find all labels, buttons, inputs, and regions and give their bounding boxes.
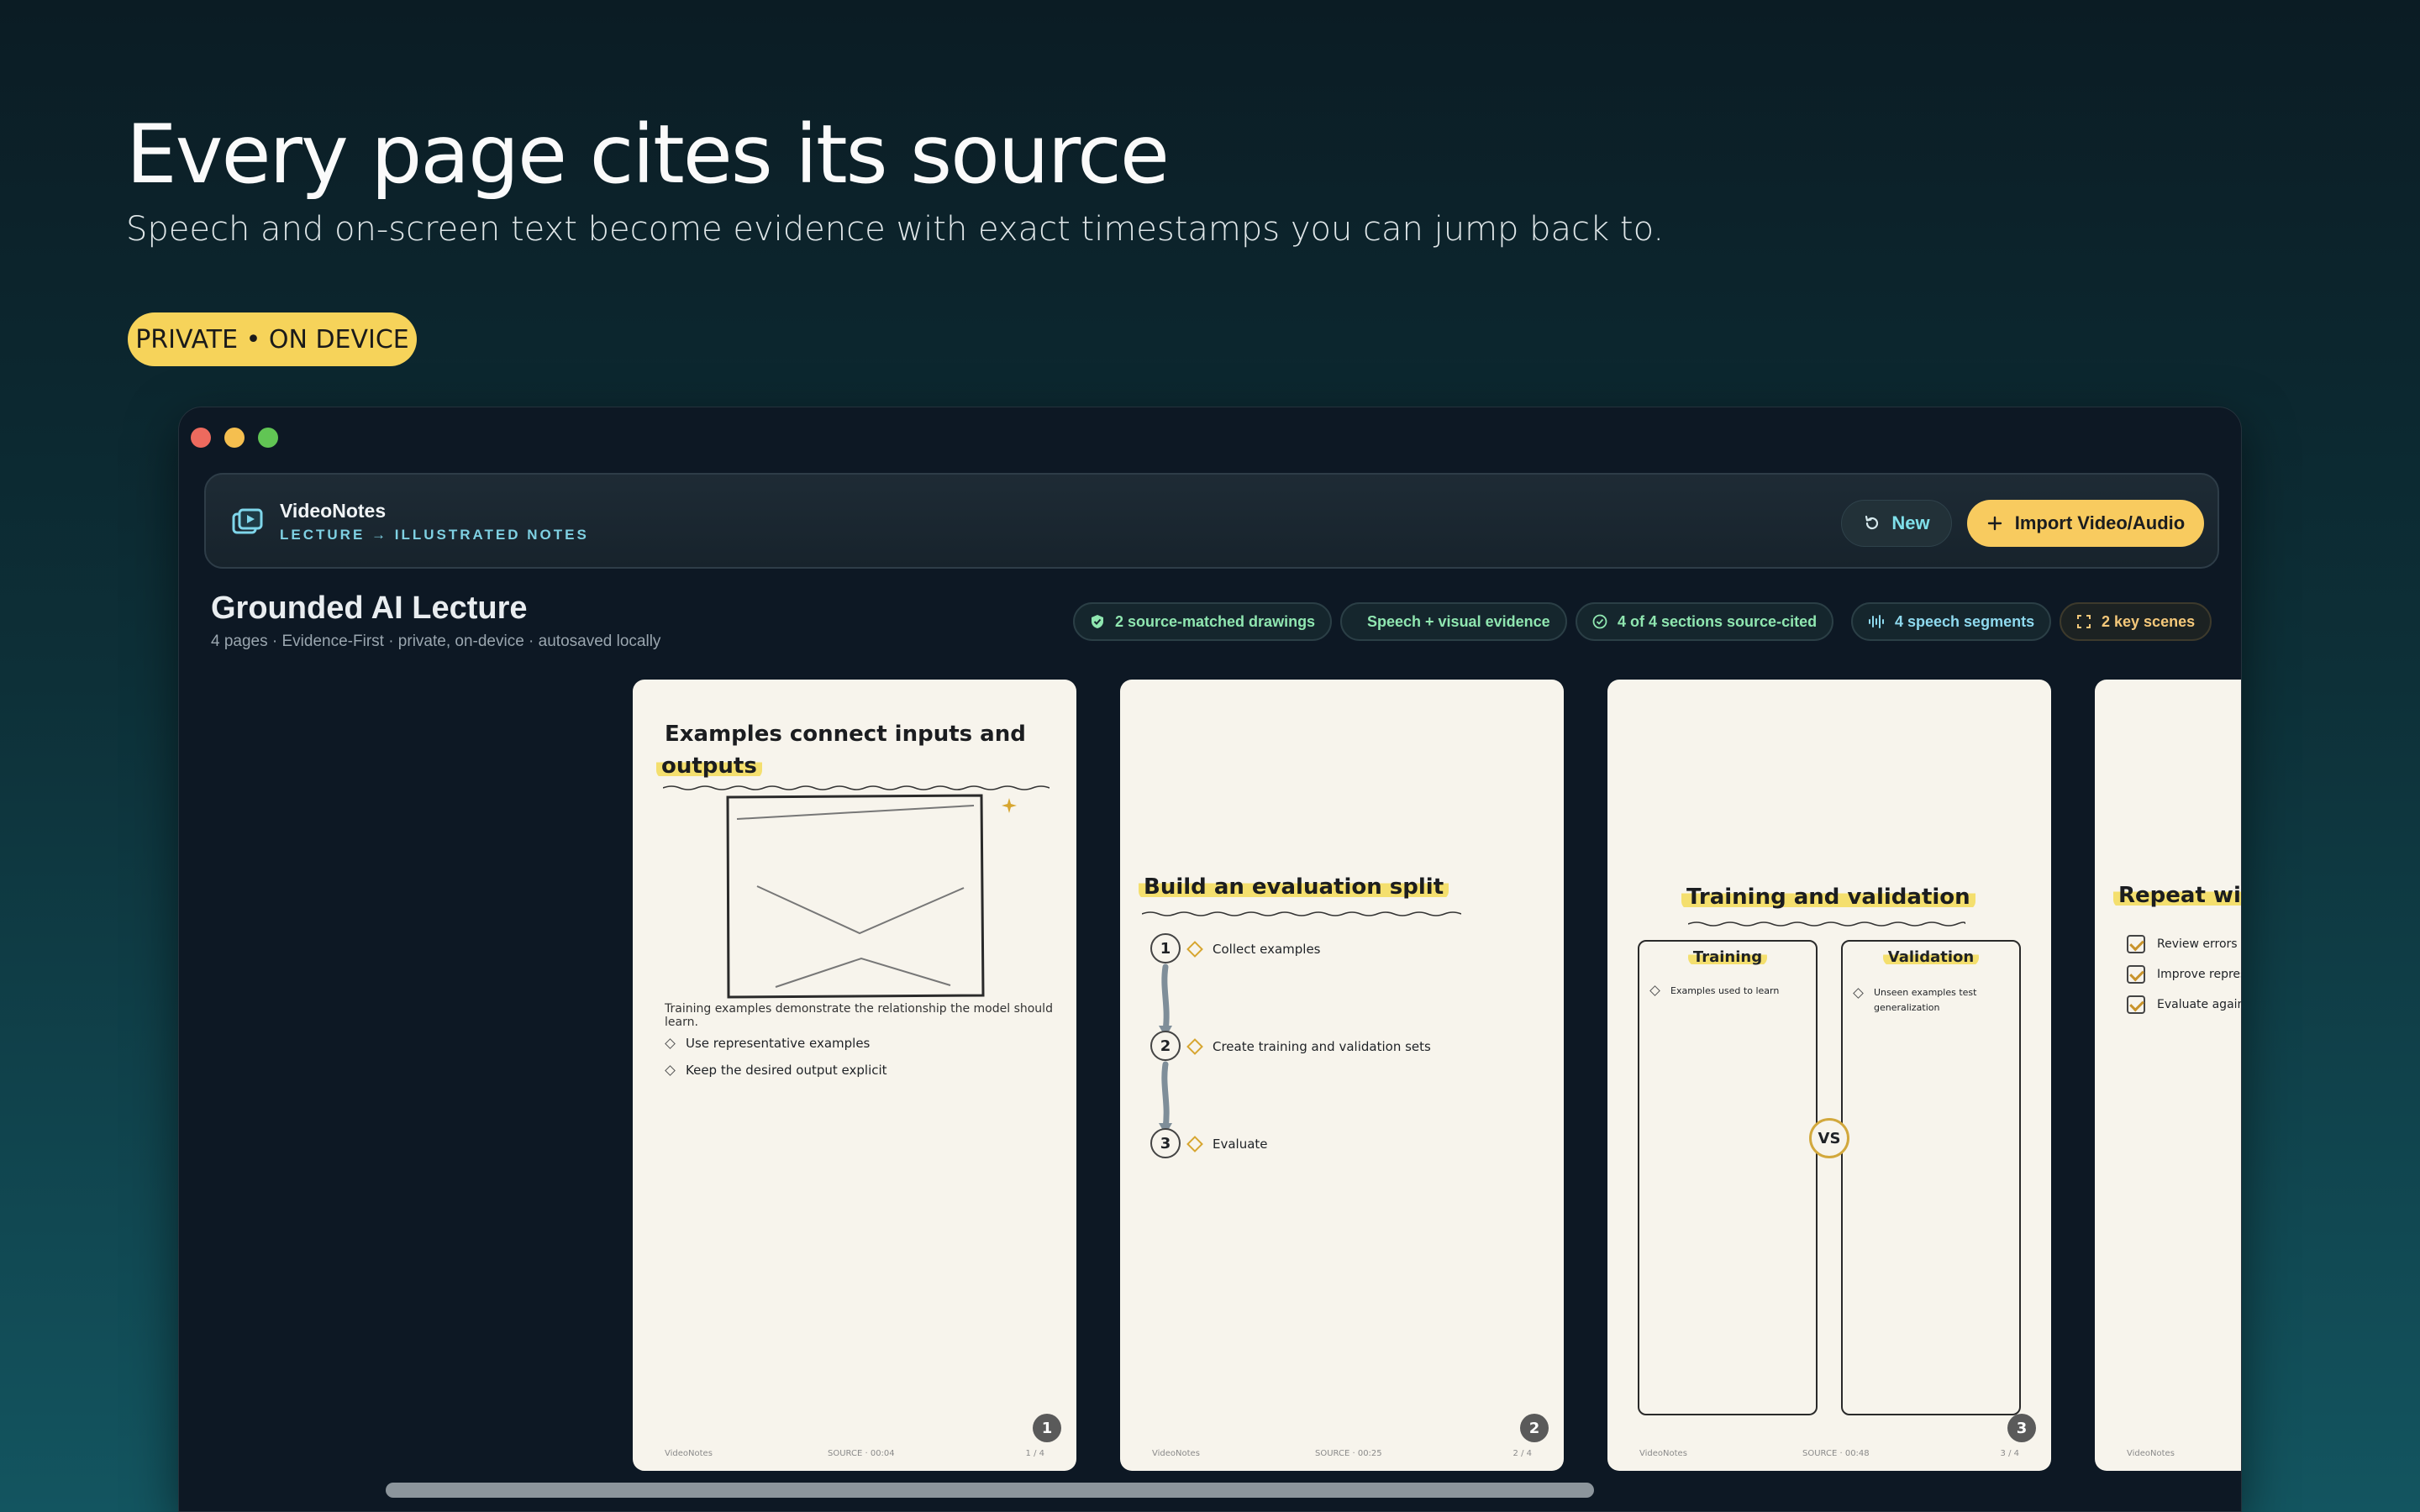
step-3-circle: 3 <box>1150 1128 1181 1158</box>
flow-arrows <box>1159 963 1172 1135</box>
wavy-underline <box>1688 921 1965 927</box>
waveform-icon <box>1869 615 1884 628</box>
source-timestamp-link[interactable]: SOURCE · 00:48 <box>1802 1449 1870 1458</box>
list-item: Keep the desired output explicit <box>665 1063 887 1078</box>
vs-badge: VS <box>1809 1118 1849 1158</box>
chip-sections-source-cited[interactable]: 4 of 4 sections source-cited <box>1576 602 1834 641</box>
training-column: Training Examples used to learn <box>1638 940 1818 1415</box>
page-1-caption: Training examples demonstrate the relati… <box>665 1002 1053 1029</box>
page-2-title: Build an evaluation split <box>1139 874 1449 900</box>
diamond-bullet-icon <box>1186 1038 1203 1055</box>
page-number-badge[interactable]: 3 <box>2007 1414 2036 1442</box>
hero-subtitle: Speech and on-screen text become evidenc… <box>126 210 1665 249</box>
chip-label: Speech + visual evidence <box>1367 612 1550 630</box>
horizontal-scrollbar[interactable] <box>386 1483 1594 1498</box>
source-timestamp-link[interactable]: SOURCE · 00:25 <box>1315 1449 1382 1458</box>
chip-label: 4 of 4 sections source-cited <box>1618 612 1818 630</box>
checkbox-checked-icon <box>2127 995 2145 1014</box>
note-page-2[interactable]: Build an evaluation split 1 Collect exam… <box>1120 680 1564 1471</box>
list-item: Improve represe <box>2127 965 2241 984</box>
chip-key-scenes[interactable]: 2 key scenes <box>2060 602 2212 641</box>
diamond-bullet-icon <box>1186 1136 1203 1152</box>
source-timestamp-link[interactable]: SOURCE · 00:04 <box>828 1449 895 1458</box>
wavy-underline <box>663 785 1050 790</box>
list-item: Examples used to learn <box>1649 985 1779 996</box>
new-button[interactable]: New <box>1841 500 1952 547</box>
list-item: Evaluate <box>1186 1136 1268 1152</box>
sketch-illustration <box>726 794 985 999</box>
list-item: Review errors <box>2127 935 2238 953</box>
import-button-label: Import Video/Audio <box>2014 512 2186 533</box>
app-name: VideoNotes <box>280 500 387 522</box>
document-meta: 4 pages · Evidence-First · private, on-d… <box>211 633 661 650</box>
chip-speech-segments[interactable]: 4 speech segments <box>1851 602 2052 641</box>
shield-check-icon <box>1092 615 1103 628</box>
page-footer: VideoNotes SOURCE · 00:48 3 / 4 <box>1639 1449 2019 1458</box>
check-circle-icon <box>1592 614 1607 629</box>
app-tagline: LECTURE → ILLUSTRATED NOTES <box>280 527 589 543</box>
chip-source-matched-drawings[interactable]: 2 source-matched drawings <box>1073 602 1333 641</box>
video-notes-icon <box>232 508 263 534</box>
plus-icon <box>1987 516 2002 531</box>
validation-column-title: Validation <box>1882 948 1980 966</box>
chip-speech-visual-evidence[interactable]: Speech + visual evidence <box>1340 602 1567 641</box>
page-number-badge[interactable]: 2 <box>1520 1414 1549 1442</box>
import-video-audio-button[interactable]: Import Video/Audio <box>1967 500 2204 547</box>
list-item: Collect examples <box>1186 941 1321 958</box>
chip-label: 4 speech segments <box>1895 612 2035 630</box>
privacy-badge: PRIVATE • ON DEVICE <box>128 312 417 366</box>
diamond-bullet-icon <box>665 1064 676 1076</box>
hero-title: Every page cites its source <box>126 108 1170 202</box>
chip-label: 2 key scenes <box>2102 612 2196 630</box>
new-button-label: New <box>1891 512 1930 533</box>
list-item: Create training and validation sets <box>1186 1038 1431 1055</box>
list-item: Use representative examples <box>665 1036 870 1051</box>
page-3-title: Training and validation <box>1681 885 1975 910</box>
note-page-3[interactable]: Training and validation Training Example… <box>1607 680 2051 1471</box>
page-footer: VideoNotes SOURCE · 00:25 2 / 4 <box>1152 1449 1532 1458</box>
validation-column: Validation Unseen examples test generali… <box>1841 940 2021 1415</box>
document-title: Grounded AI Lecture <box>211 591 528 626</box>
checkbox-checked-icon <box>2127 965 2145 984</box>
window-zoom-button[interactable] <box>258 428 278 448</box>
page-footer: VideoNotes SOURCE · 00:04 1 / 4 <box>665 1449 1044 1458</box>
training-column-title: Training <box>1687 948 1768 966</box>
list-item: Evaluate again <box>2127 995 2241 1014</box>
step-2-circle: 2 <box>1150 1031 1181 1061</box>
sparkle-icon <box>1002 798 1017 813</box>
list-item: Unseen examples test generalization <box>1853 985 2006 1016</box>
window-close-button[interactable] <box>191 428 211 448</box>
diamond-bullet-icon <box>1186 941 1203 958</box>
window-minimize-button[interactable] <box>224 428 245 448</box>
note-page-1[interactable]: Examples connect inputs and outputs Trai… <box>633 680 1076 1471</box>
page-1-title-line2: outputs <box>656 753 762 779</box>
diamond-bullet-icon <box>1649 985 1660 996</box>
app-window: VideoNotes LECTURE → ILLUSTRATED NOTES N… <box>178 407 2242 1512</box>
refresh-icon <box>1865 515 1879 530</box>
diamond-bullet-icon <box>665 1037 676 1049</box>
page-4-title: Repeat wi <box>2113 883 2241 908</box>
page-number-badge[interactable]: 1 <box>1033 1414 1061 1442</box>
chip-label: 2 source-matched drawings <box>1115 612 1316 630</box>
page-footer: VideoNotes <box>2127 1449 2175 1458</box>
page-1-title-line1: Examples connect inputs and <box>665 722 1026 747</box>
frame-corners-icon <box>2077 615 2091 628</box>
diamond-bullet-icon <box>1853 988 1864 999</box>
wavy-underline <box>1142 911 1461 916</box>
note-page-4[interactable]: Repeat wi Review errors Improve represe … <box>2095 680 2241 1471</box>
checkbox-checked-icon <box>2127 935 2145 953</box>
step-1-circle: 1 <box>1150 933 1181 963</box>
app-toolbar: VideoNotes LECTURE → ILLUSTRATED NOTES N… <box>204 473 2219 569</box>
